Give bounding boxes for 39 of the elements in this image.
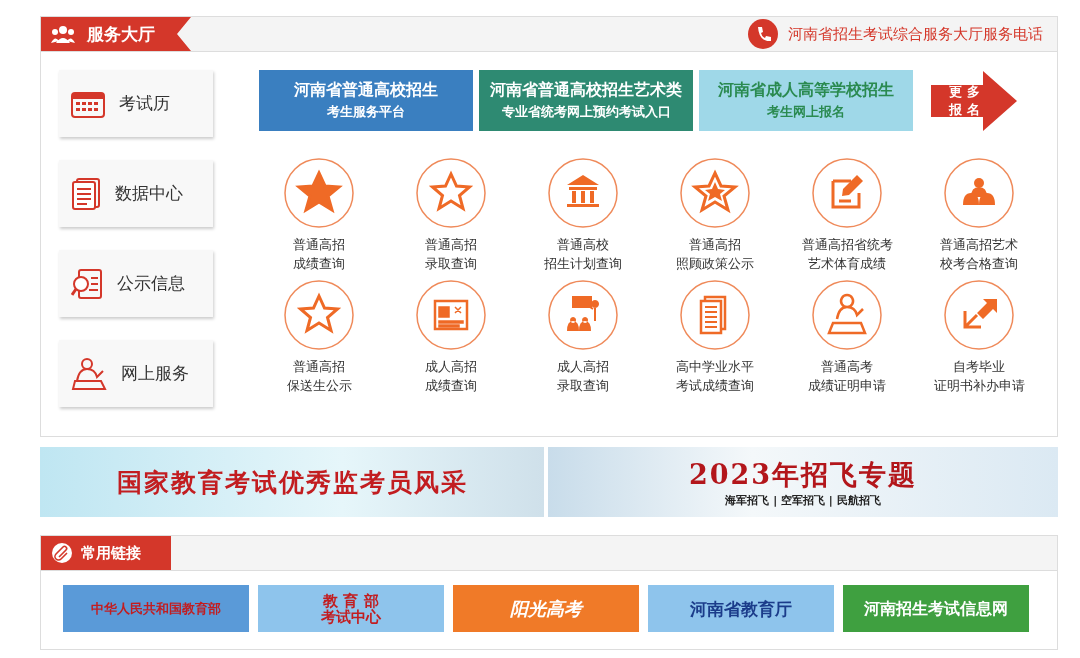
- calendar-icon: [71, 89, 105, 118]
- star-outline-icon: [415, 157, 487, 229]
- paperclip-icon: [51, 542, 73, 564]
- service-link[interactable]: 普通高招 保送生公示: [253, 279, 385, 395]
- more-signup-arrow-link[interactable]: 更 多 报 名: [931, 70, 1017, 131]
- link-banner[interactable]: 河南省教育厅: [648, 585, 834, 632]
- edit-icon: [811, 157, 883, 229]
- promo-banner[interactable]: 2023年招飞专题 海军招飞 | 空军招飞 | 民航招飞: [548, 447, 1058, 517]
- section-title: 服务大厅: [87, 22, 155, 46]
- banner-link[interactable]: 河南省普通高校招生 考生服务平台: [259, 70, 473, 131]
- service-link[interactable]: 自考毕业 证明书补办申请: [913, 279, 1045, 395]
- id-card-icon: [415, 279, 487, 351]
- promo-banner[interactable]: 国家教育考试优秀监考员风采: [40, 447, 544, 517]
- sidebar-button[interactable]: 网上服务: [59, 340, 213, 407]
- sidebar-button[interactable]: 数据中心: [59, 160, 213, 227]
- service-link[interactable]: 普通高校 招生计划查询: [517, 157, 649, 273]
- sidebar-button[interactable]: 考试历: [59, 70, 213, 137]
- service-link[interactable]: 普通高考 成绩证明申请: [781, 279, 913, 395]
- presentation-icon: [547, 279, 619, 351]
- service-link[interactable]: 普通高招 成绩查询: [253, 157, 385, 273]
- document-search-icon: [71, 267, 103, 300]
- hotline-link[interactable]: 河南省招生考试综合服务大厅服务电话: [788, 24, 1043, 44]
- service-link[interactable]: 普通高招艺术 校考合格查询: [913, 157, 1045, 273]
- document-stack-icon: [679, 279, 751, 351]
- building-icon: [547, 157, 619, 229]
- service-link[interactable]: 普通高招省统考 艺术体育成绩: [781, 157, 913, 273]
- sidebar-button[interactable]: 公示信息: [59, 250, 213, 317]
- banner-link[interactable]: 河南省普通高校招生艺术类 专业省统考网上预约考试入口: [479, 70, 693, 131]
- service-link[interactable]: 成人高招 录取查询: [517, 279, 649, 395]
- service-link[interactable]: 普通高招 照顾政策公示: [649, 157, 781, 273]
- service-link[interactable]: 普通高招 录取查询: [385, 157, 517, 273]
- arrows-icon: [943, 279, 1015, 351]
- person-at-desk-icon: [811, 279, 883, 351]
- document-stack-icon: [71, 177, 101, 210]
- star-outline-icon: [283, 279, 355, 351]
- service-link[interactable]: 成人高招 成绩查询: [385, 279, 517, 395]
- service-link[interactable]: 高中学业水平 考试成绩查询: [649, 279, 781, 395]
- section-title: 常用链接: [81, 543, 141, 563]
- person-at-desk-icon: [71, 356, 107, 391]
